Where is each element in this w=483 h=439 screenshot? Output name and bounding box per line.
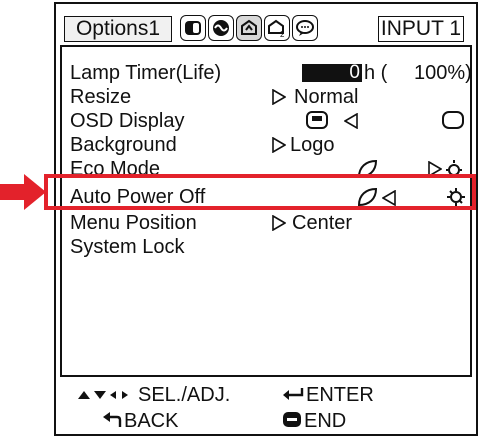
resize-value[interactable]: Normal xyxy=(294,85,358,109)
auto-power-off-row[interactable]: Auto Power Off xyxy=(62,185,470,210)
options1-tab-icon[interactable] xyxy=(236,15,262,41)
auto-power-off-label: Auto Power Off xyxy=(70,186,206,208)
enter-text: ENTER xyxy=(306,384,374,406)
select-arrow-icon xyxy=(272,137,286,153)
resize-row[interactable]: Resize Normal xyxy=(62,85,470,110)
auto-power-off-on-icon[interactable] xyxy=(356,187,378,207)
lamp-life-percent: 100%) xyxy=(414,62,472,84)
menu-tab-bar: Options1 2 INPUT 1 xyxy=(56,4,476,44)
auto-power-off-off-icon[interactable] xyxy=(446,187,466,207)
eco-mode-label: Eco Mode xyxy=(70,158,161,180)
eco-mode-row[interactable]: Eco Mode xyxy=(62,157,470,182)
options2-tab-icon[interactable]: 2 xyxy=(264,15,290,41)
tab-options1[interactable]: Options1 xyxy=(64,16,172,42)
background-row[interactable]: Background Logo xyxy=(62,133,470,158)
menu-position-value[interactable]: Center xyxy=(292,211,352,235)
enter-key-icon xyxy=(283,388,304,400)
menu-position-label: Menu Position xyxy=(70,212,197,234)
pointer-arrow-icon xyxy=(0,174,46,210)
lamp-timer-label: Lamp Timer(Life) xyxy=(70,62,222,84)
select-arrow-left-icon xyxy=(344,113,358,129)
background-label: Background xyxy=(70,134,177,156)
select-arrow-icon xyxy=(272,89,286,105)
osd-display-row[interactable]: OSD Display xyxy=(62,109,470,134)
system-lock-label: System Lock xyxy=(70,236,185,258)
enter-hint: ENTER xyxy=(282,383,374,407)
osd-display-label: OSD Display xyxy=(70,110,185,132)
select-adjust-hint: SEL./ADJ. xyxy=(76,383,230,407)
menu-end-icon xyxy=(283,412,301,427)
select-arrow-icon xyxy=(272,215,286,231)
direction-keys-icon xyxy=(78,391,128,399)
resize-label: Resize xyxy=(70,86,132,108)
input-indicator: INPUT 1 xyxy=(378,16,464,42)
osd-off-icon[interactable] xyxy=(442,111,464,131)
menu-position-row[interactable]: Menu Position Center xyxy=(62,211,470,236)
lamp-hours-value: 0 xyxy=(302,63,362,82)
select-adjust-text: SEL./ADJ. xyxy=(138,384,231,406)
eco-leaf-icon[interactable] xyxy=(356,159,378,179)
options-menu-list: Lamp Timer(Life) 0 h ( 100%) Resize Norm… xyxy=(60,45,472,377)
language-tab-icon[interactable] xyxy=(292,15,318,41)
picture-tab-icon[interactable] xyxy=(180,15,206,41)
lamp-timer-row: Lamp Timer(Life) 0 h ( 100%) xyxy=(62,61,472,86)
back-arrow-icon xyxy=(103,412,122,427)
select-arrow-left-icon xyxy=(382,190,396,206)
system-lock-row[interactable]: System Lock xyxy=(62,235,470,260)
background-value[interactable]: Logo xyxy=(290,133,335,157)
svg-text:2: 2 xyxy=(280,30,285,38)
select-arrow-icon xyxy=(428,161,442,177)
end-hint: END xyxy=(282,409,346,433)
back-text: BACK xyxy=(124,410,179,432)
back-hint: BACK xyxy=(102,409,178,433)
menu-footer-guide: SEL./ADJ. ENTER BACK END xyxy=(56,377,476,435)
end-text: END xyxy=(304,410,347,432)
projector-menu-window: Options1 2 INPUT 1 Lamp Timer(Life) 0 h … xyxy=(54,2,478,436)
osd-on-icon[interactable] xyxy=(306,111,328,131)
sound-tab-icon[interactable] xyxy=(208,15,234,41)
lamp-unit-text: h ( xyxy=(364,62,388,84)
eco-standard-icon[interactable] xyxy=(444,159,464,179)
